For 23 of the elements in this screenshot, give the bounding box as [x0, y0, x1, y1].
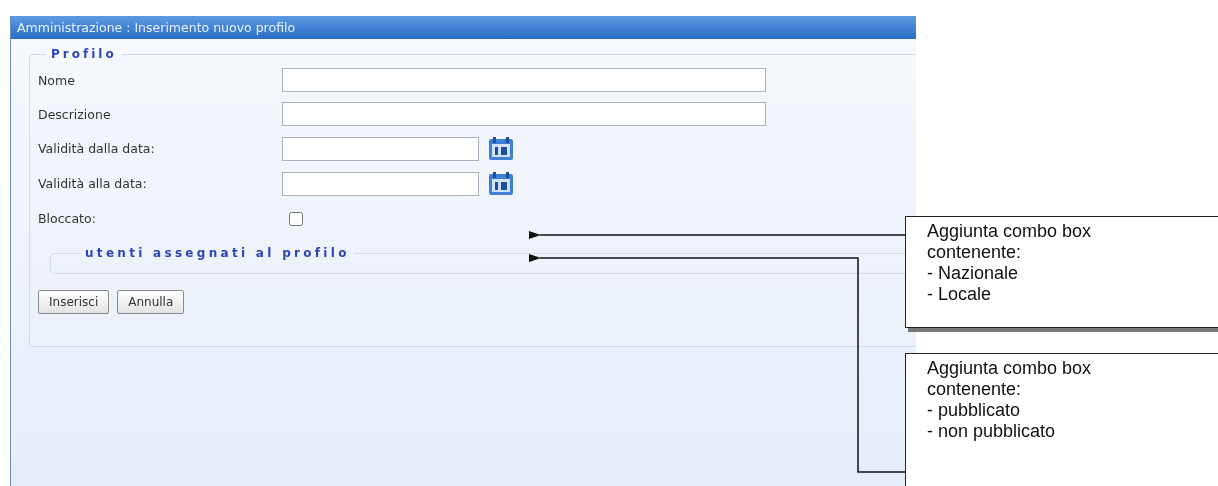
window-title: Amministrazione : Inserimento nuovo profilo	[11, 16, 916, 39]
date-field[interactable]	[282, 171, 479, 196]
annotation-text: Aggiunta combo box contenente:	[927, 221, 1093, 263]
field-label: Validità alla data:	[38, 176, 148, 191]
field-label: Validità dalla data:	[38, 141, 156, 156]
field-label: Nome	[38, 72, 76, 88]
annotation-item: - pubblicato	[927, 400, 1022, 421]
calendar-icon[interactable]	[487, 170, 515, 197]
checkbox[interactable]	[289, 211, 303, 226]
form-button[interactable]: Annulla	[117, 290, 185, 314]
fieldset-legend: Profilo	[46, 47, 122, 61]
annotation-text: Aggiunta combo box contenente:	[927, 358, 1093, 400]
form-button[interactable]: Inserisci	[38, 290, 110, 314]
annotation-item: - Locale	[927, 284, 993, 305]
fieldset-legend: utenti assegnati al profilo	[81, 246, 354, 260]
annotation-item: - non pubblicato	[927, 421, 1057, 442]
calendar-icon[interactable]	[487, 135, 515, 162]
input-field[interactable]	[282, 68, 766, 92]
input-field[interactable]	[282, 102, 766, 126]
date-field[interactable]	[282, 136, 479, 161]
field-label: Bloccato:	[38, 211, 97, 226]
annotation-item: - Nazionale	[927, 263, 1020, 284]
field-label: Descrizione	[38, 106, 112, 122]
